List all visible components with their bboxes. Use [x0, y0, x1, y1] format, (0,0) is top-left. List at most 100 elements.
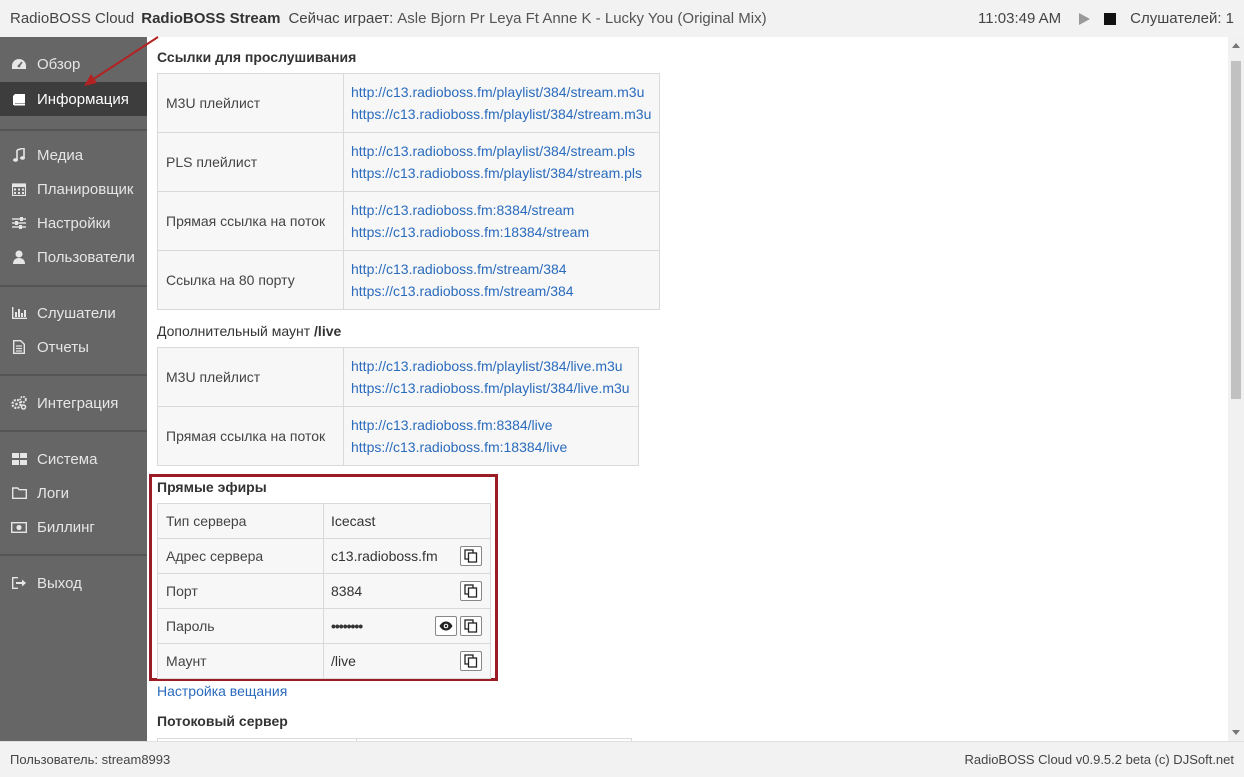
sidebar-divider [0, 374, 147, 376]
row-label: Ссылка на 80 порту [157, 250, 344, 310]
eye-icon[interactable] [435, 616, 457, 636]
play-icon[interactable] [1079, 12, 1091, 25]
sidebar-item-system[interactable]: Система [0, 442, 147, 476]
sidebar-item-media[interactable]: Медиа [0, 138, 147, 172]
password-label: Пароль [157, 608, 324, 644]
port-value: 8384 [331, 583, 363, 599]
table-row: PLS плейлист http://c13.radioboss.fm/pla… [157, 132, 661, 192]
sidebar-item-label: Информация [37, 90, 129, 108]
sidebar-item-reports[interactable]: Отчеты [0, 330, 147, 364]
sidebar-item-label: Слушатели [37, 304, 116, 322]
clock: 11:03:49 AM [978, 10, 1062, 27]
scrollbar-thumb[interactable] [1231, 61, 1241, 399]
footer-version: RadioBOSS Cloud v0.9.5.2 beta (c) DJSoft… [964, 752, 1234, 767]
sidebar-divider [0, 129, 147, 131]
sidebar-item-label: Биллинг [37, 518, 95, 536]
copy-icon[interactable] [460, 581, 482, 601]
calendar-icon [11, 182, 27, 196]
stream-link[interactable]: https://c13.radioboss.fm/playlist/384/st… [351, 162, 651, 184]
copy-icon[interactable] [460, 546, 482, 566]
sidebar-item-users[interactable]: Пользователи [0, 240, 147, 274]
password-value: •••••••• [331, 618, 363, 634]
sidebar-item-label: Настройки [37, 214, 111, 232]
port-label: Порт [157, 573, 324, 609]
scroll-up-icon[interactable] [1232, 43, 1240, 48]
table-row: Тип сервера Icecast [157, 503, 491, 539]
stream-link[interactable]: http://c13.radioboss.fm/playlist/384/str… [351, 140, 651, 162]
sidebar-divider [0, 285, 147, 287]
bar-chart-icon [11, 306, 27, 320]
sidebar-divider [0, 554, 147, 556]
extra-mount-label: Дополнительный маунт [157, 323, 311, 339]
server-address-value: c13.radioboss.fm [331, 548, 438, 564]
table-row: M3U плейлист http://c13.radioboss.fm/pla… [157, 73, 661, 133]
sidebar-item-label: Отчеты [37, 338, 89, 356]
top-bar: RadioBOSS Cloud RadioBOSS Stream Сейчас … [0, 0, 1244, 37]
table-row: M3U плейлист http://c13.radioboss.fm/pla… [157, 347, 639, 407]
stream-link[interactable]: http://c13.radioboss.fm/playlist/384/liv… [351, 355, 630, 377]
table-row: Прямая ссылка на поток http://c13.radiob… [157, 191, 661, 251]
sidebar-item-overview[interactable]: Обзор [0, 47, 147, 81]
listen-links-table: M3U плейлист http://c13.radioboss.fm/pla… [157, 73, 661, 310]
stream-link[interactable]: http://c13.radioboss.fm:8384/stream [351, 199, 651, 221]
folder-icon [11, 486, 27, 500]
stream-link[interactable]: http://c13.radioboss.fm/playlist/384/str… [351, 81, 651, 103]
stream-link[interactable]: https://c13.radioboss.fm:18384/stream [351, 221, 651, 243]
row-label: M3U плейлист [157, 347, 344, 407]
sidebar-divider [0, 430, 147, 432]
table-row: Адрес сервера c13.radioboss.fm [157, 538, 491, 574]
scroll-down-icon[interactable] [1232, 730, 1240, 735]
broadcast-settings-link[interactable]: Настройка вещания [157, 683, 287, 699]
table-row: Порт 8384 [157, 573, 491, 609]
copy-icon[interactable] [460, 616, 482, 636]
sign-out-icon [11, 576, 27, 590]
sliders-icon [11, 216, 27, 230]
sidebar-item-logs[interactable]: Логи [0, 476, 147, 510]
stream-server-title: Потоковый сервер [157, 713, 288, 729]
app-name: RadioBOSS Cloud [10, 10, 135, 27]
row-label: M3U плейлист [157, 73, 344, 133]
sidebar-item-billing[interactable]: Биллинг [0, 510, 147, 544]
stream-link[interactable]: http://c13.radioboss.fm:8384/live [351, 414, 630, 436]
live-info-table: Тип сервера Icecast Адрес сервера c13.ra… [157, 503, 491, 679]
sidebar-item-label: Пользователи [37, 248, 135, 266]
sidebar-item-label: Медиа [37, 146, 84, 164]
money-icon [11, 520, 27, 534]
sidebar-item-scheduler[interactable]: Планировщик [0, 172, 147, 206]
server-address-label: Адрес сервера [157, 538, 324, 574]
sidebar-item-logout[interactable]: Выход [0, 566, 147, 600]
gears-icon [11, 396, 27, 410]
listen-links-title: Ссылки для прослушивания [157, 49, 357, 65]
row-label: Прямая ссылка на поток [157, 406, 344, 466]
extra-mount-name: /live [314, 323, 342, 339]
copy-icon[interactable] [460, 651, 482, 671]
dashboard-icon [11, 57, 27, 71]
sidebar-item-integration[interactable]: Интеграция [0, 386, 147, 420]
server-type-value: Icecast [331, 513, 376, 529]
row-label: Прямая ссылка на поток [157, 191, 344, 251]
sidebar: Обзор Информация Медиа Планировщик Настр… [0, 37, 147, 741]
mount-label: Маунт [157, 643, 324, 679]
stream-link[interactable]: http://c13.radioboss.fm/stream/384 [351, 258, 651, 280]
mount-value: /live [331, 653, 356, 669]
table-row: Маунт /live [157, 643, 491, 679]
user-icon [11, 250, 27, 264]
document-icon [11, 340, 27, 354]
stream-link[interactable]: https://c13.radioboss.fm/playlist/384/li… [351, 377, 630, 399]
sidebar-item-settings[interactable]: Настройки [0, 206, 147, 240]
live-title: Прямые эфиры [157, 479, 267, 495]
sidebar-item-label: Планировщик [37, 180, 134, 198]
sidebar-item-listeners[interactable]: Слушатели [0, 296, 147, 330]
book-icon [11, 92, 27, 106]
scrollbar[interactable] [1228, 37, 1244, 741]
stream-link[interactable]: https://c13.radioboss.fm/stream/384 [351, 280, 651, 302]
row-label: PLS плейлист [157, 132, 344, 192]
sidebar-item-label: Обзор [37, 55, 81, 73]
stream-name: RadioBOSS Stream [141, 10, 281, 27]
sidebar-item-info[interactable]: Информация [0, 82, 147, 116]
sidebar-item-label: Логи [37, 484, 70, 502]
stream-link[interactable]: https://c13.radioboss.fm/playlist/384/st… [351, 103, 651, 125]
stream-link[interactable]: https://c13.radioboss.fm:18384/live [351, 436, 630, 458]
now-playing-track: Asle Bjorn Pr Leya Ft Anne K - Lucky You… [397, 10, 767, 27]
stop-icon[interactable] [1104, 12, 1117, 25]
